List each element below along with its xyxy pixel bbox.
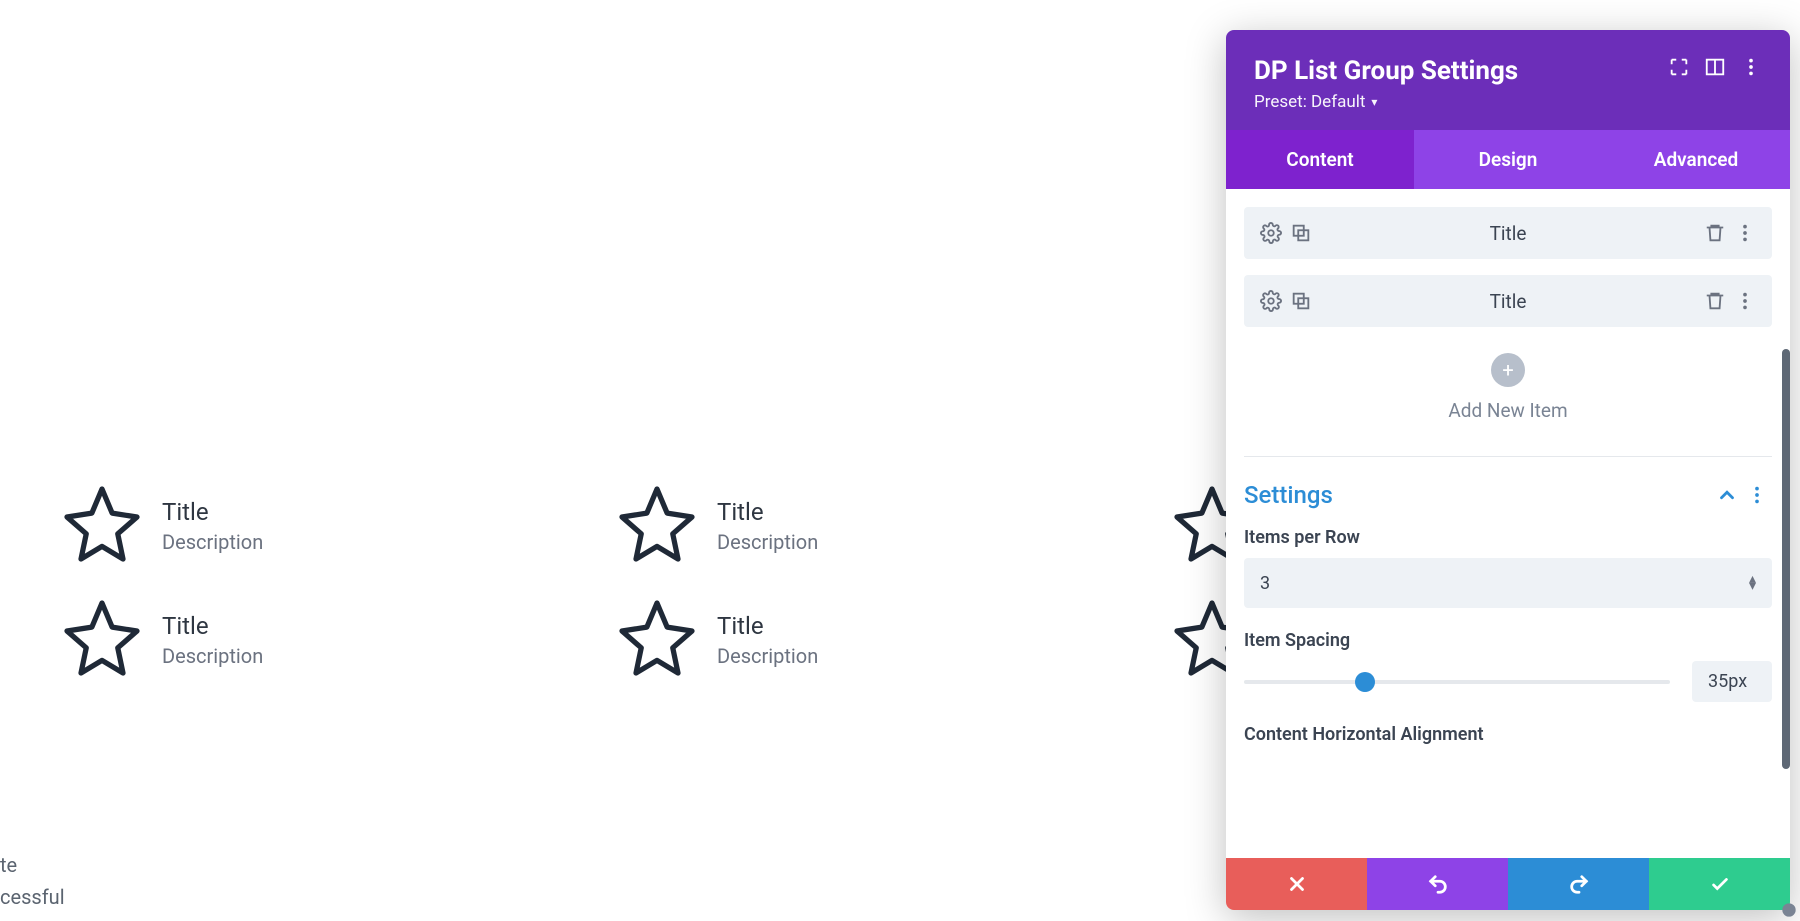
tab-content[interactable]: Content bbox=[1226, 130, 1414, 189]
gear-icon[interactable] bbox=[1260, 222, 1282, 244]
columns-icon[interactable] bbox=[1704, 56, 1726, 78]
star-icon bbox=[60, 596, 144, 684]
tab-advanced[interactable]: Advanced bbox=[1602, 130, 1790, 189]
undo-button[interactable] bbox=[1367, 858, 1508, 910]
list-item-title: Title bbox=[717, 498, 818, 527]
content-horizontal-alignment-label: Content Horizontal Alignment bbox=[1244, 724, 1772, 745]
panel-tabs: Content Design Advanced bbox=[1226, 130, 1790, 189]
add-item-button[interactable]: + bbox=[1491, 353, 1525, 387]
list-item-desc: Description bbox=[162, 530, 263, 554]
list-item-row[interactable]: Title bbox=[1244, 275, 1772, 327]
preset-selector[interactable]: Preset: Default ▾ bbox=[1254, 92, 1377, 112]
kebab-icon[interactable] bbox=[1734, 290, 1756, 312]
trash-icon[interactable] bbox=[1704, 290, 1726, 312]
list-item-row[interactable]: Title bbox=[1244, 207, 1772, 259]
panel-body[interactable]: Title Title bbox=[1226, 189, 1790, 858]
list-item-title: Title bbox=[162, 612, 263, 641]
items-per-row-select[interactable]: 3 ▴▾ bbox=[1244, 558, 1772, 608]
kebab-icon[interactable] bbox=[1734, 222, 1756, 244]
gear-icon[interactable] bbox=[1260, 290, 1282, 312]
item-spacing-slider[interactable] bbox=[1244, 672, 1670, 692]
select-caret-icon: ▴▾ bbox=[1749, 576, 1756, 590]
list-item: Title Description bbox=[615, 482, 1135, 570]
item-row-label: Title bbox=[1316, 290, 1700, 313]
stray-partial-text: te cessful bbox=[0, 849, 65, 913]
list-item-desc: Description bbox=[717, 530, 818, 554]
duplicate-icon[interactable] bbox=[1290, 222, 1312, 244]
star-icon bbox=[60, 482, 144, 570]
close-button[interactable] bbox=[1226, 858, 1367, 910]
item-spacing-label: Item Spacing bbox=[1244, 630, 1772, 651]
settings-panel: DP List Group Settings Preset: Default ▾… bbox=[1226, 30, 1790, 910]
settings-section-header[interactable]: Settings bbox=[1244, 481, 1772, 509]
chevron-up-icon[interactable] bbox=[1716, 484, 1738, 506]
add-item-label: Add New Item bbox=[1244, 399, 1772, 422]
list-item-desc: Description bbox=[717, 644, 818, 668]
slider-thumb[interactable] bbox=[1355, 672, 1375, 692]
caret-down-icon: ▾ bbox=[1371, 95, 1377, 109]
help-bubble-icon[interactable] bbox=[1780, 901, 1798, 919]
duplicate-icon[interactable] bbox=[1290, 290, 1312, 312]
panel-title: DP List Group Settings bbox=[1254, 56, 1654, 86]
settings-section-title: Settings bbox=[1244, 481, 1712, 509]
panel-header[interactable]: DP List Group Settings Preset: Default ▾ bbox=[1226, 30, 1790, 130]
list-item-desc: Description bbox=[162, 644, 263, 668]
items-per-row-value: 3 bbox=[1260, 573, 1749, 594]
list-item: Title Description bbox=[60, 596, 580, 684]
expand-icon[interactable] bbox=[1668, 56, 1690, 78]
star-icon bbox=[615, 596, 699, 684]
list-item-title: Title bbox=[162, 498, 263, 527]
star-icon bbox=[615, 482, 699, 570]
list-item: Title Description bbox=[615, 596, 1135, 684]
list-item-title: Title bbox=[717, 612, 818, 641]
tab-design[interactable]: Design bbox=[1414, 130, 1602, 189]
item-spacing-value[interactable]: 35px bbox=[1692, 661, 1772, 702]
save-button[interactable] bbox=[1649, 858, 1790, 910]
item-row-label: Title bbox=[1316, 222, 1700, 245]
panel-footer bbox=[1226, 858, 1790, 910]
items-per-row-label: Items per Row bbox=[1244, 527, 1772, 548]
scrollbar[interactable] bbox=[1782, 349, 1790, 769]
trash-icon[interactable] bbox=[1704, 222, 1726, 244]
kebab-icon[interactable] bbox=[1740, 56, 1762, 78]
kebab-icon[interactable] bbox=[1746, 484, 1768, 506]
redo-button[interactable] bbox=[1508, 858, 1649, 910]
list-item: Title Description bbox=[60, 482, 580, 570]
